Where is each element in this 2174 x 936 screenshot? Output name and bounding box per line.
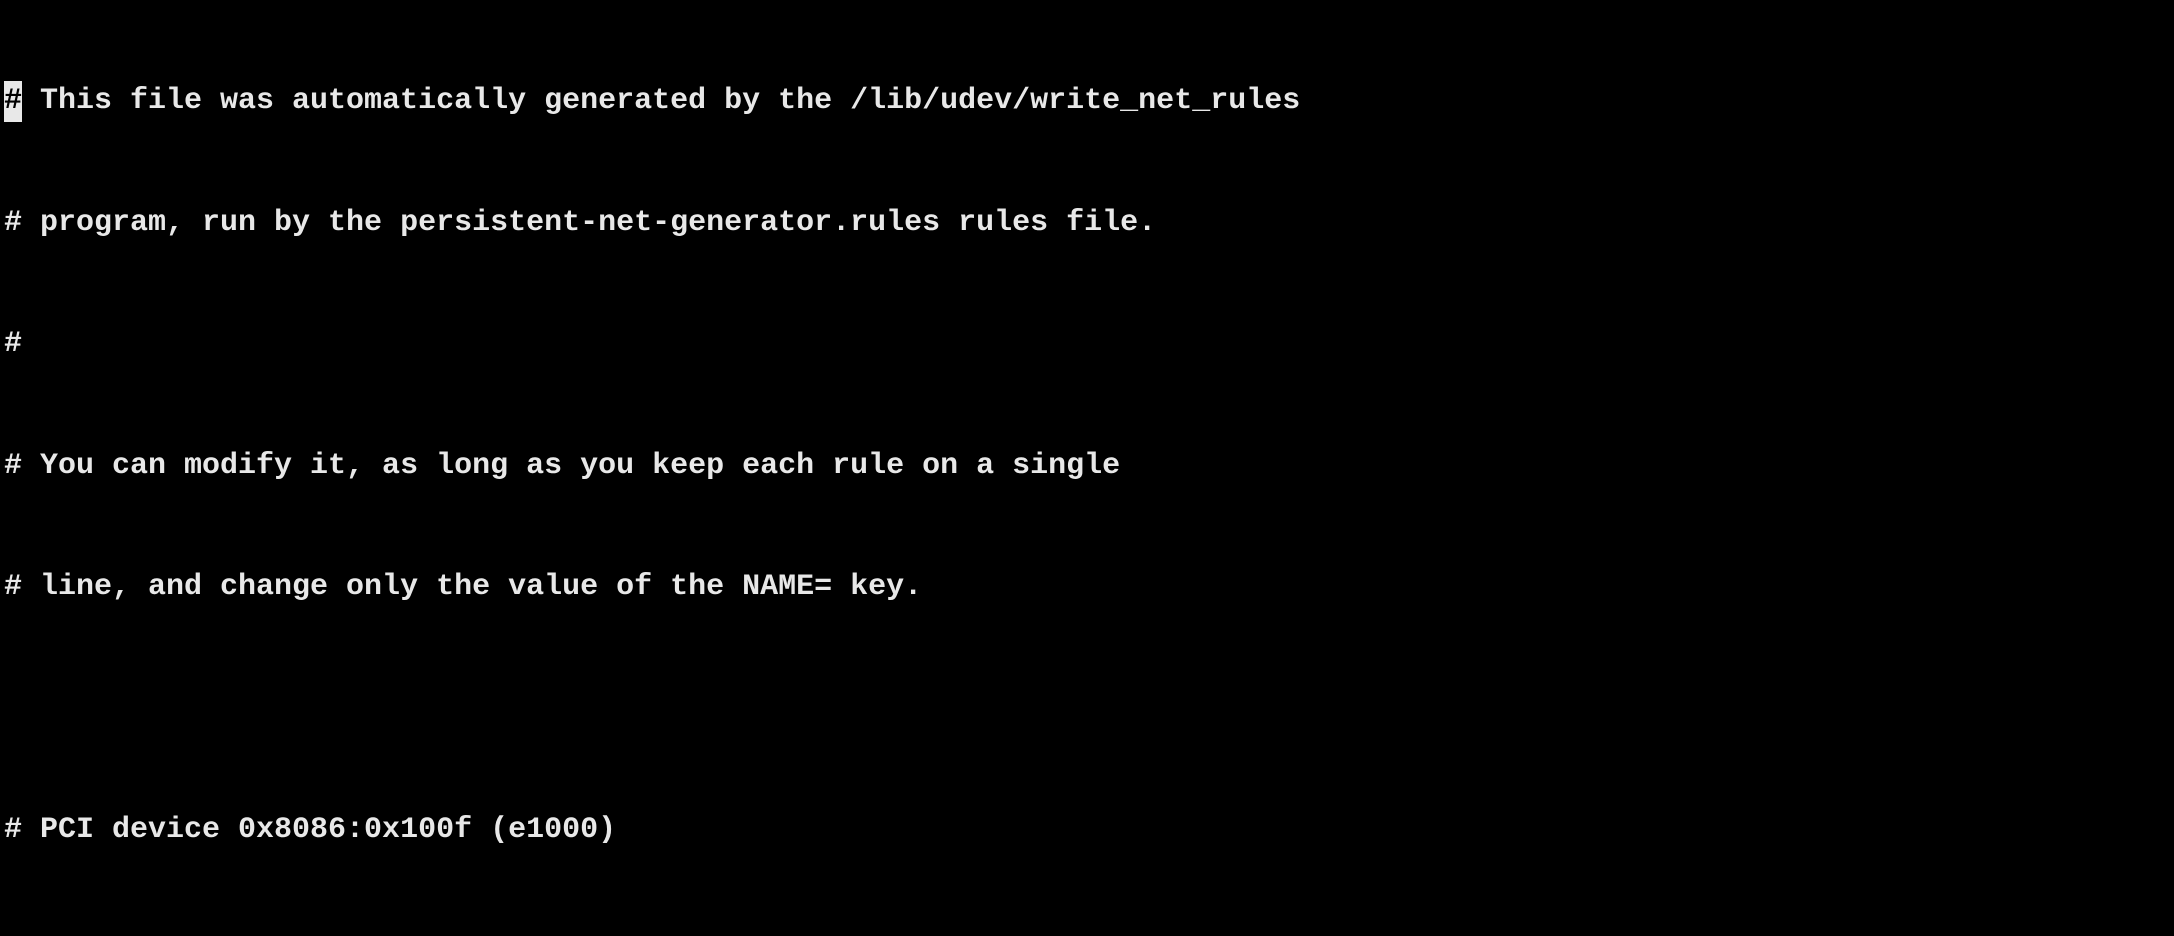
file-line: # PCI device 0x8086:0x100f (e1000) xyxy=(4,810,2170,851)
blank-line xyxy=(4,689,2170,730)
file-line: SUBSYSTEM=="net", ACTION=="add", DRIVERS… xyxy=(4,932,2170,936)
file-line: # program, run by the persistent-net-gen… xyxy=(4,203,2170,244)
terminal-viewport[interactable]: # This file was automatically generated … xyxy=(0,0,2174,936)
line-text: This file was automatically generated by… xyxy=(22,84,1300,118)
file-line: # This file was automatically generated … xyxy=(4,81,2170,122)
file-line: # You can modify it, as long as you keep… xyxy=(4,446,2170,487)
cursor-block: # xyxy=(4,81,22,122)
file-line: # line, and change only the value of the… xyxy=(4,567,2170,608)
file-line: # xyxy=(4,324,2170,365)
